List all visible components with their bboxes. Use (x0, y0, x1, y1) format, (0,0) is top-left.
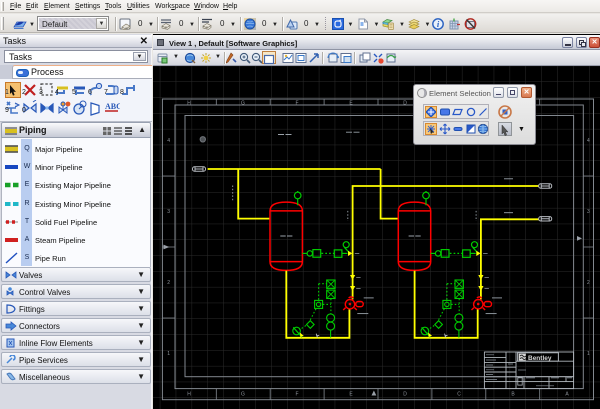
svg-text:3: 3 (167, 209, 170, 215)
svg-text:3: 3 (587, 209, 590, 215)
svg-text:2: 2 (167, 280, 170, 286)
svg-text:C: C (457, 392, 461, 398)
svg-text:G: G (241, 392, 245, 398)
svg-text:1: 1 (587, 351, 590, 357)
svg-text:G: G (241, 100, 245, 106)
svg-text:2: 2 (587, 280, 590, 286)
svg-text:4: 4 (167, 138, 170, 144)
svg-text:H: H (187, 100, 191, 106)
svg-text:ABC: ABC (105, 102, 120, 111)
svg-text:4: 4 (587, 138, 590, 144)
svg-text:H: H (187, 392, 191, 398)
svg-text:F: F (295, 100, 298, 106)
svg-text:F: F (295, 392, 298, 398)
svg-text:D: D (403, 100, 407, 106)
svg-text:Bentley: Bentley (528, 355, 552, 362)
svg-text:D: D (403, 392, 407, 398)
svg-text:1: 1 (167, 351, 170, 357)
